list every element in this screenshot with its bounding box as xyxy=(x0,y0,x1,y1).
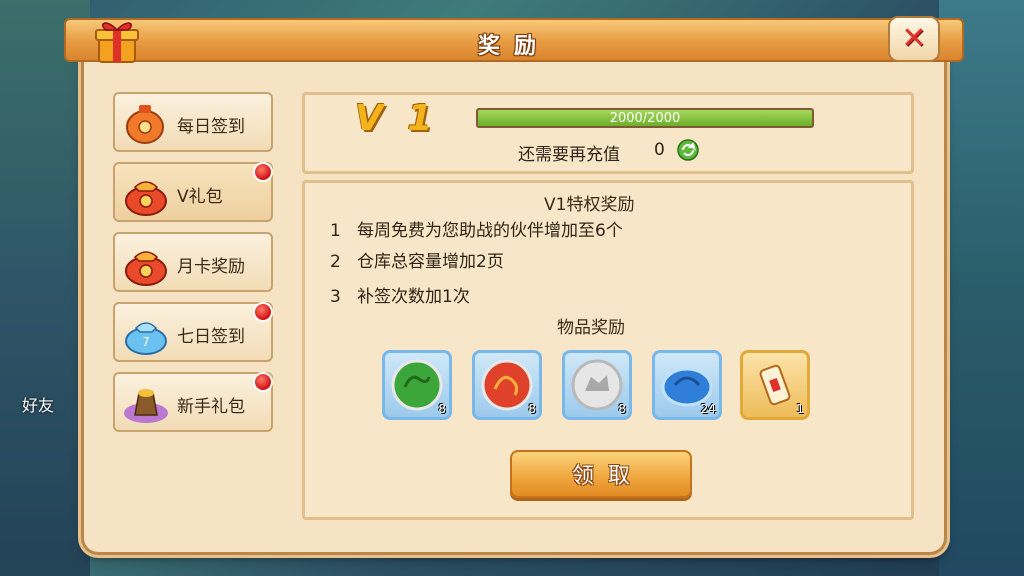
close-icon: ✕ xyxy=(901,21,927,56)
gift-icon xyxy=(95,22,139,63)
background-right xyxy=(939,0,1024,576)
sidebar-item-seven-day[interactable]: 7 七日签到 xyxy=(113,302,273,362)
claim-button-label: 领取 xyxy=(571,464,644,489)
silver-tiger-jade-icon xyxy=(571,359,623,411)
scroll-icon xyxy=(759,364,791,406)
green-jade-icon xyxy=(391,359,443,411)
sidebar-item-label: 月卡奖励 xyxy=(177,257,245,277)
sidebar-item-v-gift[interactable]: V礼包 xyxy=(113,162,273,222)
notification-badge xyxy=(253,302,273,322)
reward-item[interactable]: 24 xyxy=(652,350,722,420)
perk-text: 补签次数加1次 xyxy=(357,287,470,307)
purple-pouch-icon xyxy=(124,389,168,423)
rewards-title: 物品奖励 xyxy=(557,318,625,338)
sidebar-item-label: V礼包 xyxy=(177,187,223,207)
sidebar-item-newbie-gift[interactable]: 新手礼包 xyxy=(113,372,273,432)
vip-progress-bar: 2000/2000 xyxy=(476,108,814,128)
item-count: 1 xyxy=(796,402,804,416)
reward-item[interactable]: 8 xyxy=(382,350,452,420)
money-bag-icon xyxy=(125,251,167,286)
perk-text: 每周免费为您助战的伙伴增加至6个 xyxy=(357,221,623,241)
dialog-title: 奖励 xyxy=(477,34,550,59)
blue-bag-icon: 7 xyxy=(125,322,167,355)
lantern-bag-icon xyxy=(126,105,164,144)
money-bag-icon xyxy=(125,181,167,216)
notification-badge xyxy=(253,372,273,392)
recharge-label: 还需要再充值 xyxy=(518,145,620,165)
notification-badge xyxy=(253,162,273,182)
background-left xyxy=(0,0,90,576)
friend-label[interactable]: 好友 xyxy=(22,392,54,416)
sidebar-item-label: 每日签到 xyxy=(177,117,245,137)
close-button[interactable]: ✕ xyxy=(888,16,940,62)
reward-item[interactable]: 8 xyxy=(472,350,542,420)
recharge-value: 0 xyxy=(654,140,665,160)
reward-item[interactable]: 8 xyxy=(562,350,632,420)
sidebar-item-monthly-card[interactable]: 月卡奖励 xyxy=(113,232,273,292)
sidebar-item-label: 新手礼包 xyxy=(177,397,245,417)
perk-text: 仓库总容量增加2页 xyxy=(357,252,504,272)
red-jade-icon xyxy=(481,359,533,411)
perk-item: 1 每周免费为您助战的伙伴增加至6个 xyxy=(330,216,623,241)
item-count: 8 xyxy=(618,402,626,416)
claim-button[interactable]: 领取 xyxy=(510,450,692,498)
reward-item[interactable]: 1 xyxy=(740,350,810,420)
sidebar-item-daily-signin[interactable]: 每日签到 xyxy=(113,92,273,152)
title-bar: 奖励 xyxy=(64,18,964,62)
progress-text: 2000/2000 xyxy=(609,111,681,126)
vip-level: V 1 xyxy=(355,98,439,139)
perk-number: 1 xyxy=(330,221,341,241)
item-count: 24 xyxy=(700,402,716,416)
item-count: 8 xyxy=(528,402,536,416)
svg-text:7: 7 xyxy=(142,335,150,349)
sidebar-item-label: 七日签到 xyxy=(177,327,245,347)
perk-number: 2 xyxy=(330,252,341,272)
perk-number: 3 xyxy=(330,287,341,307)
perk-item: 3 补签次数加1次 xyxy=(330,282,470,307)
perk-title: V1特权奖励 xyxy=(544,195,635,215)
perk-item: 2 仓库总容量增加2页 xyxy=(330,247,504,272)
refresh-icon[interactable] xyxy=(676,138,700,162)
item-count: 8 xyxy=(438,402,446,416)
